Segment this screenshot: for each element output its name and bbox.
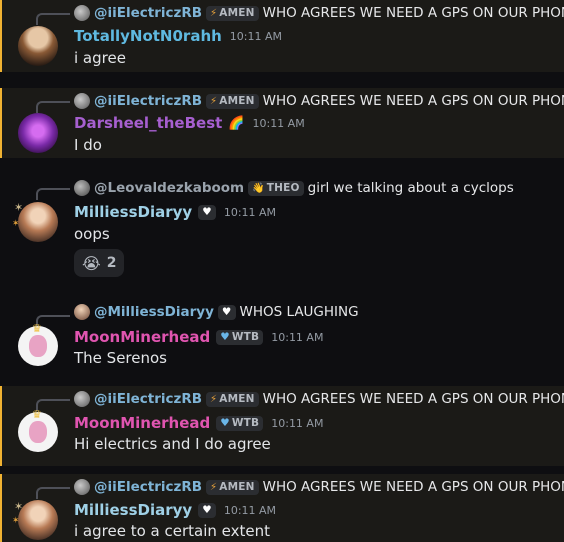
- timestamp: 10:11 AM: [223, 503, 277, 517]
- message: @Leovaldezkaboom 👋 THEO girl we talking a…: [0, 175, 564, 283]
- reply-author-tag: ♥: [217, 304, 236, 320]
- message-header: MilliessDiaryy ♥ 10:11 AM: [74, 499, 276, 521]
- message-text: oops: [74, 225, 110, 243]
- message-text: i agree: [74, 49, 126, 67]
- message-text: I do: [74, 136, 102, 154]
- reply-preview[interactable]: @iiElectriczRB ⚡ AMEN WHO AGREES WE NEED …: [74, 478, 564, 496]
- lightning-icon: ⚡: [210, 481, 218, 493]
- message: @iiElectriczRB ⚡ AMEN WHO AGREES WE NEED …: [0, 0, 564, 72]
- author-tag: ♥ WTB: [216, 329, 264, 345]
- reply-text: WHO AGREES WE NEED A GPS ON OUR PHONES: [262, 5, 564, 21]
- reply-author-tag: ⚡ AMEN: [206, 5, 259, 21]
- heart-icon: ♥: [221, 306, 232, 318]
- reply-preview[interactable]: @iiElectriczRB ⚡ AMEN WHO AGREES WE NEED …: [74, 92, 564, 110]
- heart-icon: ♥: [202, 504, 212, 516]
- message: @iiElectriczRB ⚡ AMEN WHO AGREES WE NEED …: [0, 88, 564, 158]
- lightning-icon: ⚡: [210, 95, 218, 107]
- timestamp: 10:11 AM: [252, 116, 305, 130]
- crown-decoration-icon: ♛: [32, 408, 42, 421]
- reply-author[interactable]: @iiElectriczRB: [94, 391, 202, 407]
- reply-avatar: [74, 5, 90, 21]
- reply-author-tag: ⚡ AMEN: [206, 479, 259, 495]
- username[interactable]: TotallyNotN0rahh: [74, 27, 222, 45]
- reply-avatar: [74, 304, 90, 320]
- reply-spine: [36, 487, 70, 499]
- username[interactable]: MoonMinerhead: [74, 414, 210, 432]
- reply-author[interactable]: @iiElectriczRB: [94, 5, 202, 21]
- timestamp: 10:11 AM: [271, 330, 324, 344]
- reply-author-tag: ⚡ AMEN: [206, 391, 259, 407]
- message: @iiElectriczRB ⚡ AMEN WHO AGREES WE NEED …: [0, 386, 564, 466]
- reply-text: WHOS LAUGHING: [239, 304, 359, 320]
- rainbow-badge-icon: 🌈: [228, 115, 245, 131]
- message-header: TotallyNotN0rahh 10:11 AM: [74, 25, 282, 47]
- heart-icon: ♥: [220, 331, 230, 343]
- message-header: MilliessDiaryy ♥ 10:11 AM: [74, 201, 276, 223]
- author-tag: ♥: [198, 502, 216, 518]
- reply-text: WHO AGREES WE NEED A GPS ON OUR PHONES: [262, 93, 564, 109]
- reaction-count: 2: [106, 255, 117, 271]
- reply-preview[interactable]: @Leovaldezkaboom 👋 THEO girl we talking a…: [74, 179, 514, 197]
- timestamp: 10:11 AM: [229, 29, 283, 43]
- message-header: Darsheel_theBest 🌈 10:11 AM: [74, 112, 305, 134]
- message-text: Hi electrics and I do agree: [74, 435, 271, 453]
- reply-text: WHO AGREES WE NEED A GPS ON OUR PHONES: [262, 479, 564, 495]
- message-text: i agree to a certain extent: [74, 522, 270, 540]
- reply-author[interactable]: @iiElectriczRB: [94, 93, 202, 109]
- reply-author[interactable]: @MilliessDiaryy: [94, 304, 214, 320]
- crown-decoration-icon: ♛: [32, 322, 42, 335]
- reply-avatar: [74, 180, 90, 196]
- avatar[interactable]: [18, 202, 58, 242]
- reply-avatar: [74, 479, 90, 495]
- username[interactable]: MilliessDiaryy: [74, 501, 192, 519]
- reply-author[interactable]: @Leovaldezkaboom: [94, 180, 244, 196]
- reply-spine: [36, 13, 70, 25]
- reply-avatar: [74, 391, 90, 407]
- lightning-icon: ⚡: [210, 7, 218, 19]
- lightning-icon: ⚡: [210, 393, 218, 405]
- reply-text: girl we talking about a cyclops: [307, 180, 514, 196]
- pink-character-icon: [29, 335, 47, 357]
- author-tag: ♥: [198, 204, 216, 220]
- avatar[interactable]: [18, 113, 58, 153]
- avatar[interactable]: [18, 500, 58, 540]
- author-tag: ♥ WTB: [216, 415, 264, 431]
- username[interactable]: Darsheel_theBest: [74, 114, 222, 132]
- timestamp: 10:11 AM: [223, 205, 277, 219]
- hand-icon: 👋: [252, 182, 265, 194]
- reply-author[interactable]: @iiElectriczRB: [94, 479, 202, 495]
- reply-spine: [36, 101, 70, 113]
- reply-spine: [36, 188, 70, 200]
- reply-author-tag: ⚡ AMEN: [206, 93, 259, 109]
- username[interactable]: MilliessDiaryy: [74, 203, 192, 221]
- pink-character-icon: [29, 421, 47, 443]
- timestamp: 10:11 AM: [271, 416, 324, 430]
- reply-author-tag: 👋 THEO: [248, 180, 304, 196]
- heart-icon: ♥: [220, 417, 230, 429]
- avatar[interactable]: [18, 26, 58, 66]
- username[interactable]: MoonMinerhead: [74, 328, 210, 346]
- reply-text: WHO AGREES WE NEED A GPS ON OUR PHONES: [262, 391, 564, 407]
- reply-preview[interactable]: @MilliessDiaryy ♥ WHOS LAUGHING: [74, 303, 359, 321]
- message-header: MoonMinerhead ♥ WTB 10:11 AM: [74, 412, 323, 434]
- message: @iiElectriczRB ⚡ AMEN WHO AGREES WE NEED …: [0, 474, 564, 542]
- reply-preview[interactable]: @iiElectriczRB ⚡ AMEN WHO AGREES WE NEED …: [74, 4, 564, 22]
- message: @MilliessDiaryy ♥ WHOS LAUGHING ♛ MoonMi…: [0, 302, 564, 378]
- loudly-crying-emoji-icon: 😭: [82, 253, 101, 273]
- reply-avatar: [74, 93, 90, 109]
- reaction-button[interactable]: 😭 2: [74, 249, 125, 277]
- heart-icon: ♥: [202, 206, 212, 218]
- message-header: MoonMinerhead ♥ WTB 10:11 AM: [74, 326, 323, 348]
- message-text: The Serenos: [74, 349, 167, 367]
- reply-preview[interactable]: @iiElectriczRB ⚡ AMEN WHO AGREES WE NEED …: [74, 390, 564, 408]
